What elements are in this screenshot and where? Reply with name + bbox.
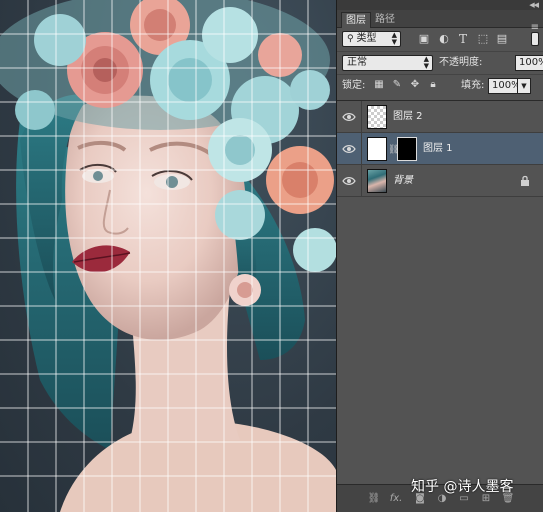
layer-name[interactable]: 图层 1 <box>423 142 453 156</box>
divider <box>361 133 362 165</box>
layer-thumbnail <box>367 169 387 193</box>
smart-object-filter-icon[interactable]: ▤ <box>495 32 509 46</box>
panel-title-bar: ◀◀ <box>337 0 543 10</box>
divider <box>361 101 362 133</box>
tab-paths[interactable]: 路径 <box>371 12 399 28</box>
divider <box>361 165 362 197</box>
layers-list: 图层 2 ⛓ 图层 1 背景 <box>337 100 543 484</box>
layer-mask-thumbnail[interactable] <box>397 137 417 161</box>
photoshop-window: ◀◀ 图层 路径 ≡ ⚲ 类型 ▲ ▼ ▣ ◐ T ⬚ ▤ 正常 ▲ ▼ 不透明… <box>0 0 543 512</box>
layer-thumbnail <box>367 137 387 161</box>
watermark: 知乎 @诗人墨客 <box>411 479 514 495</box>
chain-link-icon[interactable]: ⛓ <box>388 143 399 157</box>
filter-kind-label: 类型 <box>356 33 377 44</box>
fill-label: 填充: <box>461 80 485 91</box>
fx-icon[interactable]: fx. <box>389 492 403 506</box>
blend-opacity-row: 正常 ▲▼ 不透明度: 100% <box>337 51 543 73</box>
layer-row[interactable]: 图层 2 <box>337 101 543 133</box>
layer-thumbnail <box>367 105 387 129</box>
chevron-updown-icon: ▲ ▼ <box>391 31 397 46</box>
image-filter-icon[interactable]: ▣ <box>417 32 431 46</box>
fill-dropdown-icon[interactable]: ▼ <box>518 78 531 94</box>
layers-panel: ◀◀ 图层 路径 ≡ ⚲ 类型 ▲ ▼ ▣ ◐ T ⬚ ▤ 正常 ▲ ▼ 不透明… <box>336 0 543 512</box>
lock-transparent-icon[interactable]: ▦ <box>373 79 385 91</box>
layer-name[interactable]: 图层 2 <box>393 110 423 124</box>
adjustment-filter-icon[interactable]: ◐ <box>437 32 451 46</box>
eye-icon[interactable] <box>342 111 356 123</box>
layer-name[interactable]: 背景 <box>393 174 413 188</box>
link-layers-icon[interactable]: ⛓ <box>367 492 381 506</box>
layer-row[interactable]: ⛓ 图层 1 <box>337 133 543 165</box>
lock-label: 锁定: <box>342 80 366 91</box>
panel-tab-bar: 图层 路径 ≡ <box>337 10 543 33</box>
opacity-field[interactable]: 100% <box>515 55 543 71</box>
lock-fill-row: 锁定: ▦ ✎ ✥ 🔒︎ 填充: 100% ▼ <box>337 74 543 96</box>
document-canvas[interactable] <box>0 0 336 512</box>
opacity-label: 不透明度: <box>439 57 483 68</box>
layer-row[interactable]: 背景 <box>337 165 543 197</box>
collapse-panel-icon[interactable]: ◀◀ <box>529 0 539 10</box>
lock-all-icon[interactable]: 🔒︎ <box>427 79 439 91</box>
eye-icon[interactable] <box>342 175 356 187</box>
portrait-image <box>0 0 336 512</box>
lock-icon <box>521 175 529 186</box>
blend-mode-select[interactable]: 正常 ▲ ▼ <box>342 55 433 71</box>
layer-filter-row: ⚲ 类型 ▲ ▼ ▣ ◐ T ⬚ ▤ <box>337 29 543 50</box>
lock-image-icon[interactable]: ✎ <box>391 79 403 91</box>
filter-toggle[interactable] <box>531 32 539 46</box>
type-filter-icon[interactable]: T <box>456 32 470 46</box>
blend-mode-value: 正常 <box>347 57 367 68</box>
chevron-updown-icon: ▲ ▼ <box>423 55 429 70</box>
eye-icon[interactable] <box>342 143 356 155</box>
lock-position-icon[interactable]: ✥ <box>409 79 421 91</box>
fill-field[interactable]: 100% <box>488 78 521 94</box>
shape-filter-icon[interactable]: ⬚ <box>476 32 490 46</box>
filter-kind-select[interactable]: ⚲ 类型 ▲ ▼ <box>342 31 401 47</box>
tab-layers[interactable]: 图层 <box>341 12 371 28</box>
